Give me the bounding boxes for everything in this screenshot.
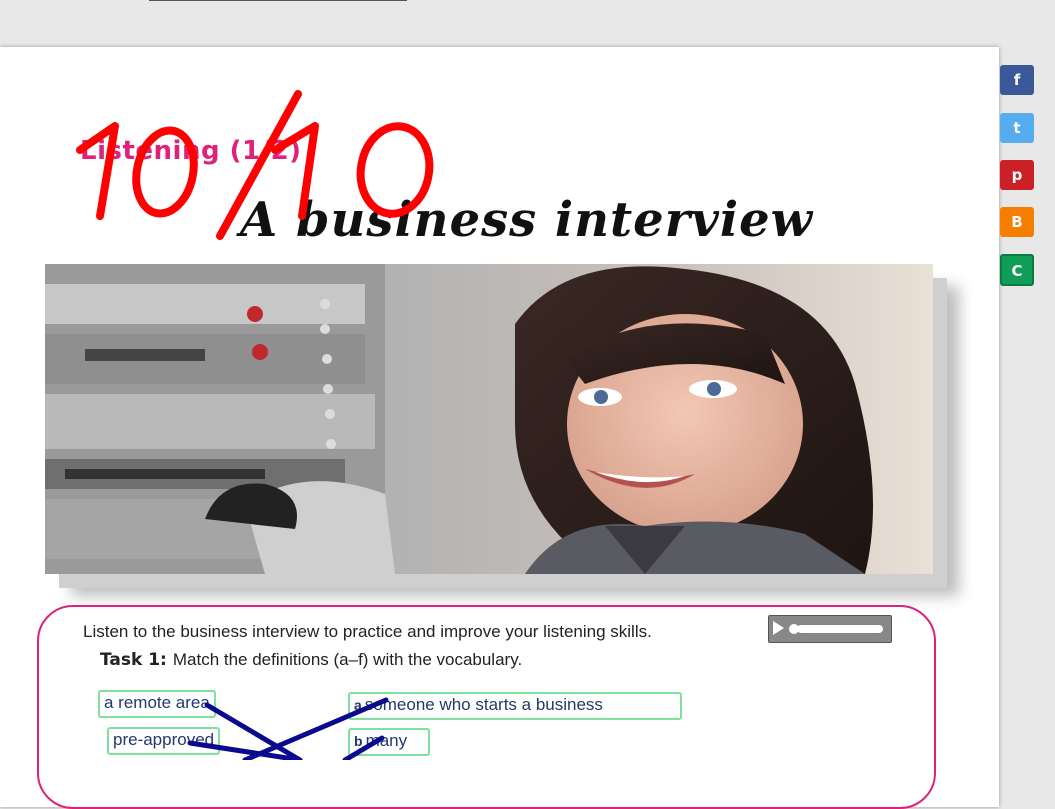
twitter-icon: t bbox=[1013, 119, 1021, 137]
audio-player[interactable] bbox=[768, 615, 892, 643]
facebook-icon: f bbox=[1013, 71, 1021, 89]
audio-progress-handle[interactable] bbox=[789, 624, 799, 634]
task-instructions: Match the definitions (a–f) with the voc… bbox=[172, 650, 523, 669]
task-label: Task 1: bbox=[100, 650, 167, 670]
top-divider bbox=[149, 0, 407, 1]
task-heading: Task 1: Match the definitions (a–f) with … bbox=[100, 650, 522, 670]
pinterest-share-button[interactable]: p bbox=[1000, 160, 1034, 190]
classroom-icon: C bbox=[1011, 262, 1023, 280]
vocab-item-remote-area[interactable]: a remote area bbox=[98, 690, 216, 718]
definition-letter: a bbox=[354, 697, 362, 713]
audio-progress-track[interactable] bbox=[797, 625, 883, 633]
interview-photo bbox=[45, 264, 933, 574]
classroom-share-button[interactable]: C bbox=[1000, 254, 1034, 286]
vocab-item-pre-approved[interactable]: pre-approved bbox=[107, 727, 221, 755]
definition-letter: b bbox=[354, 733, 363, 749]
score-annotation bbox=[76, 90, 434, 240]
pinterest-icon: p bbox=[1011, 166, 1023, 184]
definition-b[interactable]: b many bbox=[348, 728, 430, 756]
definition-text: someone who starts a business bbox=[364, 695, 603, 714]
facebook-share-button[interactable]: f bbox=[1000, 65, 1034, 95]
definition-text: many bbox=[365, 731, 408, 750]
play-icon[interactable] bbox=[773, 621, 784, 635]
blogger-share-button[interactable]: B bbox=[1000, 207, 1034, 237]
twitter-share-button[interactable]: t bbox=[1000, 113, 1034, 143]
exercise-intro: Listen to the business interview to prac… bbox=[83, 622, 652, 641]
blogger-icon: B bbox=[1011, 213, 1023, 231]
definition-a[interactable]: a someone who starts a business bbox=[348, 692, 682, 720]
